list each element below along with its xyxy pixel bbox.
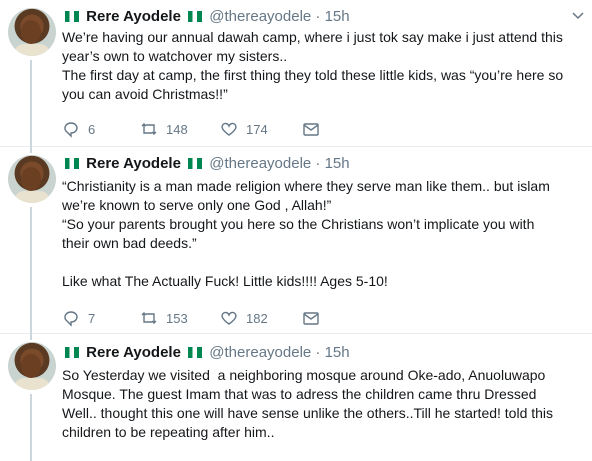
like-count: 174: [246, 121, 268, 137]
nigeria-flag-icon: [188, 11, 203, 22]
timestamp[interactable]: 15h: [325, 155, 350, 172]
nigeria-flag-icon: [65, 11, 79, 22]
tweet-line: Like what The Actually Fuck! Little kids…: [62, 273, 388, 289]
nigeria-flag-icon: [188, 158, 203, 169]
timestamp[interactable]: 15h: [325, 8, 350, 25]
tweet-line: you can avoid Christmas!!”: [62, 86, 228, 102]
username[interactable]: @thereayodele: [209, 344, 311, 361]
thread-line: [30, 394, 32, 461]
display-name[interactable]: Rere Ayodele: [86, 8, 181, 25]
thread-line: [30, 60, 32, 147]
tweet-line: children to be repeating after him..: [62, 424, 275, 440]
tweet-line: The first day at camp, the first thing t…: [62, 67, 564, 83]
tweet-header: Rere Ayodele @thereayodele · 15h: [62, 8, 582, 28]
tweet-line: year’s own to watchover my sisters..: [62, 48, 288, 64]
tweet-line: Well.. thought this one will have sense …: [62, 405, 554, 421]
tweet-text: “Christianity is a man made religion whe…: [62, 177, 584, 291]
tweet-line: “So your parents brought you here so the…: [62, 216, 535, 232]
envelope-icon: [303, 123, 319, 136]
nigeria-flag-icon: [188, 347, 203, 358]
tweet-text: So Yesterday we visited a neighboring mo…: [62, 366, 584, 442]
retweet-count: 153: [166, 310, 188, 326]
separator: ·: [315, 344, 321, 361]
retweet-button[interactable]: 148: [140, 120, 188, 138]
tweet-header: Rere Ayodele @thereayodele · 15h: [62, 344, 582, 364]
display-name[interactable]: Rere Ayodele: [86, 155, 181, 172]
tweet-line: [62, 253, 584, 272]
heart-icon: [221, 122, 237, 136]
tweet-line: Mosque. The guest Imam that was to adres…: [62, 386, 537, 402]
message-button[interactable]: [302, 120, 328, 138]
username[interactable]: @thereayodele: [209, 155, 311, 172]
display-name[interactable]: Rere Ayodele: [86, 344, 181, 361]
nigeria-flag-icon: [65, 347, 79, 358]
chevron-down-icon[interactable]: [572, 10, 584, 22]
tweet-line: So Yesterday we visited a neighboring mo…: [62, 367, 546, 383]
reply-icon: [64, 311, 78, 327]
thread-line: [30, 207, 32, 334]
like-button[interactable]: 174: [220, 120, 268, 138]
separator: ·: [315, 8, 321, 25]
separator: ·: [315, 155, 321, 172]
reply-button[interactable]: 7: [62, 309, 95, 327]
username[interactable]: @thereayodele: [209, 8, 311, 25]
avatar[interactable]: [8, 342, 56, 390]
reply-count: 6: [88, 121, 96, 137]
tweet-3[interactable]: Rere Ayodele @thereayodele · 15h So Yest…: [0, 334, 592, 461]
timestamp[interactable]: 15h: [325, 344, 350, 361]
tweet-line: we’re known to serve only one God , Alla…: [62, 197, 332, 213]
envelope-icon: [303, 312, 319, 325]
tweet-line: We’re having our annual dawah camp, wher…: [62, 29, 563, 45]
tweet-line: their own bad deeds.”: [62, 235, 197, 251]
thread-line: [30, 334, 32, 340]
tweet-header: Rere Ayodele @thereayodele · 15h: [62, 155, 582, 175]
retweet-icon: [141, 312, 157, 324]
tweet-2[interactable]: Rere Ayodele @thereayodele · 15h “Christ…: [0, 147, 592, 334]
reply-count: 7: [88, 310, 96, 326]
like-button[interactable]: 182: [220, 309, 268, 327]
message-button[interactable]: [302, 309, 328, 327]
avatar[interactable]: [8, 8, 56, 56]
tweet-text: We’re having our annual dawah camp, wher…: [62, 28, 584, 104]
nigeria-flag-icon: [65, 158, 79, 169]
avatar[interactable]: [8, 155, 56, 203]
tweet-1[interactable]: Rere Ayodele @thereayodele · 15h We’re h…: [0, 0, 592, 147]
thread-line: [30, 147, 32, 153]
retweet-button[interactable]: 153: [140, 309, 188, 327]
like-count: 182: [246, 310, 268, 326]
retweet-icon: [141, 123, 157, 135]
retweet-count: 148: [166, 121, 188, 137]
reply-icon: [64, 122, 78, 138]
reply-button[interactable]: 6: [62, 120, 95, 138]
heart-icon: [221, 311, 237, 325]
tweet-line: “Christianity is a man made religion whe…: [62, 178, 550, 194]
